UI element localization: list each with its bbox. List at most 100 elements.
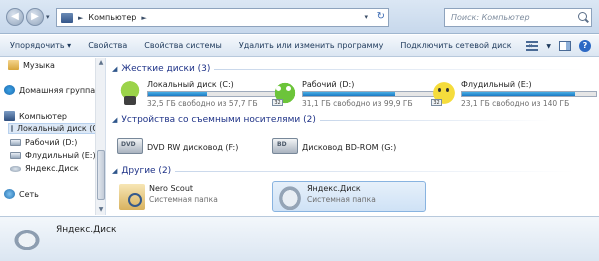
preview-pane-icon[interactable]	[559, 41, 571, 51]
collapse-arrow-icon[interactable]: ◢	[112, 65, 117, 73]
view-dropdown-icon[interactable]: ▼	[546, 43, 551, 50]
drive-icon	[10, 152, 21, 159]
properties-button[interactable]: Свойства	[88, 41, 127, 50]
nav-item-network[interactable]: Сеть	[4, 189, 39, 199]
nav-item-label: Сеть	[19, 189, 39, 199]
music-folder-icon	[8, 60, 19, 70]
drive-free-space: 23,1 ГБ свободно из 140 ГБ	[461, 99, 570, 108]
drive-icon	[11, 125, 13, 132]
recent-pages-dropdown[interactable]: ▾	[46, 13, 50, 21]
item-name: Яндекс.Диск	[307, 184, 361, 193]
group-divider	[175, 170, 576, 172]
drive-info: Локальный диск (C:) 32,5 ГБ свободно из …	[147, 80, 283, 108]
dvd-drive-icon	[117, 138, 143, 154]
nav-item-homegroup[interactable]: Домашняя группа	[4, 85, 95, 95]
forward-button[interactable]: ▶	[26, 8, 44, 26]
nav-item-label: Домашняя группа	[19, 85, 96, 95]
drive-tile-e[interactable]: 32 Флудильный (E:) 23,1 ГБ свободно из 1…	[431, 80, 597, 108]
address-dropdown-icon[interactable]: ▾	[364, 13, 368, 21]
smiley-drive-icon: 32	[431, 80, 457, 106]
drive-tag-icon: 32	[431, 99, 442, 106]
drive-name: Дисковод BD-ROM (G:)	[302, 143, 397, 152]
item-type: Системная папка	[307, 195, 376, 204]
breadcrumb-chevron-icon[interactable]: ►	[141, 14, 146, 22]
collapse-arrow-icon[interactable]: ◢	[112, 116, 117, 124]
item-name: Nero Scout	[149, 184, 194, 193]
group-header-other[interactable]: ◢ Другие (2)	[112, 166, 576, 176]
map-network-drive-button[interactable]: Подключить сетевой диск	[400, 41, 511, 50]
command-bar: Упорядочить ▾ Свойства Свойства системы …	[0, 35, 599, 57]
change-view-icon[interactable]	[526, 41, 539, 51]
explorer-window: ◀ ▶ ▾ ► Компьютер ► ▾ ↻ Поиск: Компьютер…	[0, 0, 599, 261]
breadcrumb-computer[interactable]: Компьютер	[88, 13, 136, 22]
navigation-scrollbar[interactable]: ▲ ▼	[95, 58, 105, 215]
item-info: Яндекс.Диск Системная папка	[307, 184, 376, 204]
group-title: Жесткие диски (3)	[121, 64, 211, 74]
group-title: Устройства со съемными носителями (2)	[121, 115, 316, 125]
network-icon	[4, 189, 15, 199]
nav-item-drive-c[interactable]: Локальный диск (C	[8, 123, 98, 134]
item-info: Nero Scout Системная папка	[149, 184, 218, 204]
nav-item-label: Яндекс.Диск	[25, 164, 79, 173]
nav-item-label: Флудильный (E:)	[25, 151, 96, 160]
drive-name: DVD RW дисковод (F:)	[147, 143, 239, 152]
item-tile-yandex-disk[interactable]: Яндекс.Диск Системная папка	[272, 181, 426, 212]
collapse-arrow-icon[interactable]: ◢	[112, 167, 117, 175]
nav-item-label: Рабочий (D:)	[25, 138, 78, 147]
group-divider	[214, 68, 585, 70]
address-bar[interactable]: ► Компьютер ► ▾ ↻	[56, 8, 389, 27]
group-header-removable[interactable]: ◢ Устройства со съемными носителями (2)	[112, 115, 550, 125]
drive-tile-d[interactable]: 32 Рабочий (D:) 31,1 ГБ свободно из 99,9…	[272, 80, 438, 108]
homegroup-icon	[4, 85, 15, 95]
drive-tile-f[interactable]: DVD RW дисковод (F:)	[117, 133, 238, 154]
search-placeholder: Поиск: Компьютер	[451, 13, 530, 22]
yandex-disk-icon	[277, 184, 303, 210]
nav-item-drive-e[interactable]: Флудильный (E:)	[10, 151, 96, 160]
bd-drive-icon	[272, 138, 298, 154]
system-properties-button[interactable]: Свойства системы	[144, 41, 222, 50]
drive-free-space: 32,5 ГБ свободно из 57,7 ГБ	[147, 99, 258, 108]
back-button[interactable]: ◀	[6, 8, 24, 26]
content-pane: ◢ Жесткие диски (3) Локальный диск (C:) …	[107, 58, 599, 215]
computer-icon	[4, 111, 15, 121]
details-pane: Яндекс.Диск	[0, 216, 599, 261]
item-tile-nero-scout[interactable]: Nero Scout Системная папка	[117, 182, 267, 212]
group-divider	[319, 119, 550, 121]
title-bar: ◀ ▶ ▾ ► Компьютер ► ▾ ↻ Поиск: Компьютер	[0, 0, 599, 34]
scroll-down-icon[interactable]: ▼	[97, 206, 105, 214]
usage-bar	[147, 91, 283, 97]
usage-bar	[302, 91, 438, 97]
item-type: Системная папка	[149, 195, 218, 204]
nav-item-yandex-disk[interactable]: Яндекс.Диск	[10, 164, 79, 173]
organize-button[interactable]: Упорядочить ▾	[10, 41, 71, 50]
usage-bar-fill	[148, 92, 207, 96]
drive-info: Флудильный (E:) 23,1 ГБ свободно из 140 …	[461, 80, 597, 108]
help-icon[interactable]: ?	[579, 40, 591, 52]
drive-tile-c[interactable]: Локальный диск (C:) 32,5 ГБ свободно из …	[117, 80, 283, 108]
nav-item-label: Музыка	[23, 60, 55, 70]
nav-item-computer[interactable]: Компьютер	[4, 111, 67, 121]
view-controls: ▼ ?	[526, 35, 599, 57]
frog-drive-icon: 32	[272, 80, 298, 106]
group-header-hard-disks[interactable]: ◢ Жесткие диски (3)	[112, 64, 585, 74]
drive-name: Локальный диск (C:)	[147, 80, 234, 89]
scroll-up-icon[interactable]: ▲	[97, 59, 105, 67]
search-icon[interactable]	[578, 12, 587, 21]
drive-name: Рабочий (D:)	[302, 80, 355, 89]
usage-bar-fill	[303, 92, 396, 96]
refresh-icon[interactable]: ↻	[377, 11, 385, 22]
search-input[interactable]: Поиск: Компьютер	[444, 8, 592, 27]
nav-item-music[interactable]: Музыка	[8, 60, 55, 70]
navigation-pane: Музыка Домашняя группа Компьютер Локальн…	[0, 58, 106, 215]
breadcrumb-chevron-icon[interactable]: ►	[78, 14, 83, 22]
nero-scout-icon	[119, 184, 145, 210]
scrollbar-thumb[interactable]	[97, 150, 105, 200]
nav-item-drive-d[interactable]: Рабочий (D:)	[10, 138, 77, 147]
uninstall-program-button[interactable]: Удалить или изменить программу	[239, 41, 384, 50]
android-drive-icon	[117, 80, 143, 106]
nav-item-label: Локальный диск (C	[17, 124, 98, 133]
drive-info: Рабочий (D:) 31,1 ГБ свободно из 99,9 ГБ	[302, 80, 438, 108]
yandex-disk-icon	[12, 228, 42, 250]
drive-tile-g[interactable]: Дисковод BD-ROM (G:)	[272, 133, 396, 154]
nav-item-label: Компьютер	[19, 111, 67, 121]
